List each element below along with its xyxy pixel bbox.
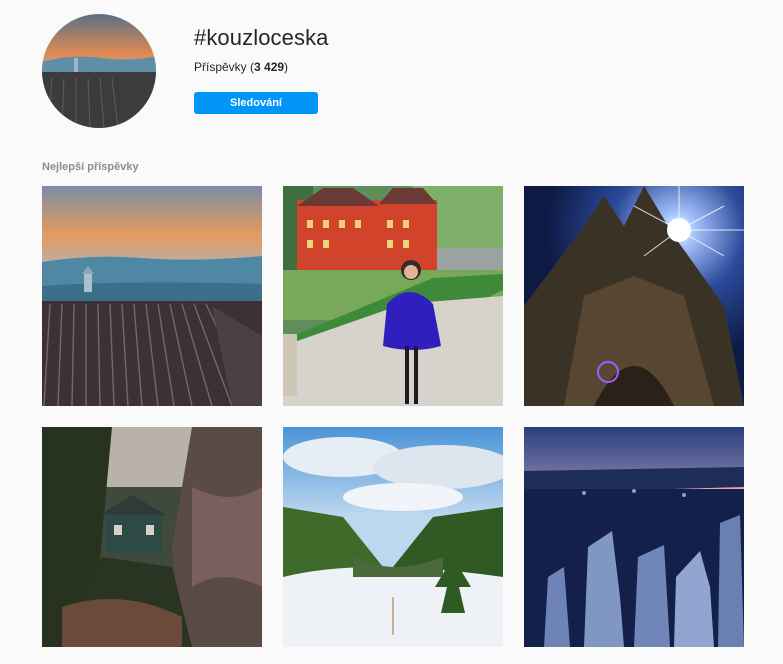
hashtag-header: #kouzloceska Příspěvky (3 429) bbox=[194, 24, 329, 75]
post-tile-1[interactable] bbox=[42, 186, 262, 406]
post-tile-2[interactable] bbox=[283, 186, 503, 406]
post-tile-6[interactable] bbox=[524, 427, 744, 647]
hashtag-title: #kouzloceska bbox=[194, 25, 329, 50]
vineyard-sunset-image bbox=[42, 186, 262, 406]
posts-count: Příspěvky (3 429) bbox=[194, 59, 329, 75]
forest-cabin-image bbox=[42, 427, 262, 647]
hashtag-avatar bbox=[42, 14, 156, 128]
posts-count-label: Příspěvky ( bbox=[194, 60, 255, 74]
cathedral-night-image bbox=[524, 186, 744, 406]
red-castle-image bbox=[283, 186, 503, 406]
top-posts-label: Nejlepší příspěvky bbox=[42, 161, 139, 173]
post-tile-4[interactable] bbox=[42, 427, 262, 647]
snowy-valley-image bbox=[283, 427, 503, 647]
follow-button[interactable]: Sledování bbox=[194, 92, 318, 114]
post-tile-3[interactable] bbox=[524, 186, 744, 406]
post-tile-5[interactable] bbox=[283, 427, 503, 647]
rock-towers-image bbox=[524, 427, 744, 647]
posts-count-suffix: ) bbox=[284, 60, 289, 74]
posts-count-value: 3 429 bbox=[254, 60, 285, 74]
